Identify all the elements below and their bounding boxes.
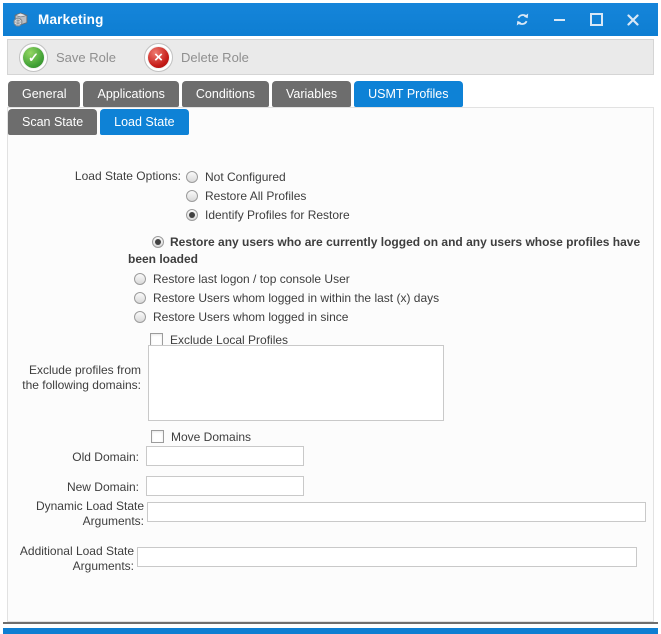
move-domains-checkbox-row[interactable]: Move Domains <box>151 427 251 446</box>
tab-load-state[interactable]: Load State <box>100 109 188 135</box>
radio-label: Restore last logon / top console User <box>153 272 350 286</box>
tab-scan-state[interactable]: Scan State <box>8 109 97 135</box>
radio-icon[interactable] <box>134 311 146 323</box>
toolbar: ✓ Save Role × Delete Role <box>7 39 654 75</box>
sub-tab-bar: Scan State Load State <box>8 109 189 135</box>
additional-load-state-arguments-input[interactable] <box>137 547 637 567</box>
tab-applications[interactable]: Applications <box>83 81 178 107</box>
save-role-label: Save Role <box>56 50 116 65</box>
radio-restore-last-x-days[interactable]: Restore Users whom logged in within the … <box>134 288 660 307</box>
app-logo-icon <box>12 11 29 28</box>
exclude-domains-label: Exclude profiles from the following doma… <box>18 363 141 393</box>
checkbox-icon[interactable] <box>151 430 164 443</box>
radio-label: Restore All Profiles <box>205 189 306 203</box>
load-state-options-group: Not Configured Restore All Profiles Iden… <box>186 167 350 224</box>
restore-mode-group: Restore any users who are currently logg… <box>128 234 660 349</box>
tab-usmt-profiles[interactable]: USMT Profiles <box>354 81 462 107</box>
additional-args-label: Additional Load State Arguments: <box>16 544 134 574</box>
radio-label: Not Configured <box>205 170 286 184</box>
radio-icon[interactable] <box>186 171 198 183</box>
window-title: Marketing <box>38 12 104 27</box>
dynamic-load-state-arguments-input[interactable] <box>147 502 646 522</box>
x-glyph: × <box>148 47 169 68</box>
tab-general[interactable]: General <box>8 81 80 107</box>
radio-restore-logged-in-since[interactable]: Restore Users whom logged in since <box>134 307 660 326</box>
radio-label: Restore any users who are currently logg… <box>128 235 640 266</box>
check-glyph: ✓ <box>23 47 44 68</box>
load-state-options-label: Load State Options: <box>21 169 181 184</box>
radio-label: Identify Profiles for Restore <box>205 208 350 222</box>
radio-icon[interactable] <box>186 190 198 202</box>
tab-variables[interactable]: Variables <box>272 81 351 107</box>
old-domain-label: Old Domain: <box>39 450 139 465</box>
exclude-domains-textarea[interactable] <box>148 345 444 421</box>
save-role-button[interactable]: ✓ Save Role <box>19 43 116 72</box>
close-icon[interactable] <box>625 12 641 28</box>
radio-label: Restore Users whom logged in within the … <box>153 291 439 305</box>
load-state-panel: Load State Options: Not Configured Resto… <box>7 107 654 622</box>
dynamic-args-label: Dynamic Load State Arguments: <box>34 499 144 529</box>
check-circle-icon: ✓ <box>19 43 48 72</box>
delete-role-label: Delete Role <box>181 50 249 65</box>
radio-restore-last-logon[interactable]: Restore last logon / top console User <box>134 269 660 288</box>
new-domain-input[interactable] <box>146 476 304 496</box>
radio-icon[interactable] <box>134 273 146 285</box>
delete-role-button[interactable]: × Delete Role <box>144 43 249 72</box>
radio-icon[interactable] <box>186 209 198 221</box>
radio-restore-all-profiles[interactable]: Restore All Profiles <box>186 186 350 205</box>
tab-conditions[interactable]: Conditions <box>182 81 269 107</box>
old-domain-input[interactable] <box>146 446 304 466</box>
checkbox-label: Move Domains <box>171 430 251 444</box>
window-bottom-frame <box>3 628 658 634</box>
x-circle-icon: × <box>144 43 173 72</box>
minimize-icon[interactable] <box>551 12 567 28</box>
radio-identify-profiles[interactable]: Identify Profiles for Restore <box>186 205 350 224</box>
maximize-icon[interactable] <box>588 12 604 28</box>
window-body: ✓ Save Role × Delete Role General Applic… <box>3 36 658 624</box>
new-domain-label: New Domain: <box>39 480 139 495</box>
radio-label: Restore Users whom logged in since <box>153 310 348 324</box>
radio-icon[interactable] <box>152 236 164 248</box>
refresh-icon[interactable] <box>514 12 530 28</box>
titlebar[interactable]: Marketing <box>3 3 658 36</box>
radio-not-configured[interactable]: Not Configured <box>186 167 350 186</box>
main-tab-bar: General Applications Conditions Variable… <box>8 81 463 107</box>
radio-icon[interactable] <box>134 292 146 304</box>
radio-restore-logged-on-users[interactable]: Restore any users who are currently logg… <box>128 234 660 268</box>
